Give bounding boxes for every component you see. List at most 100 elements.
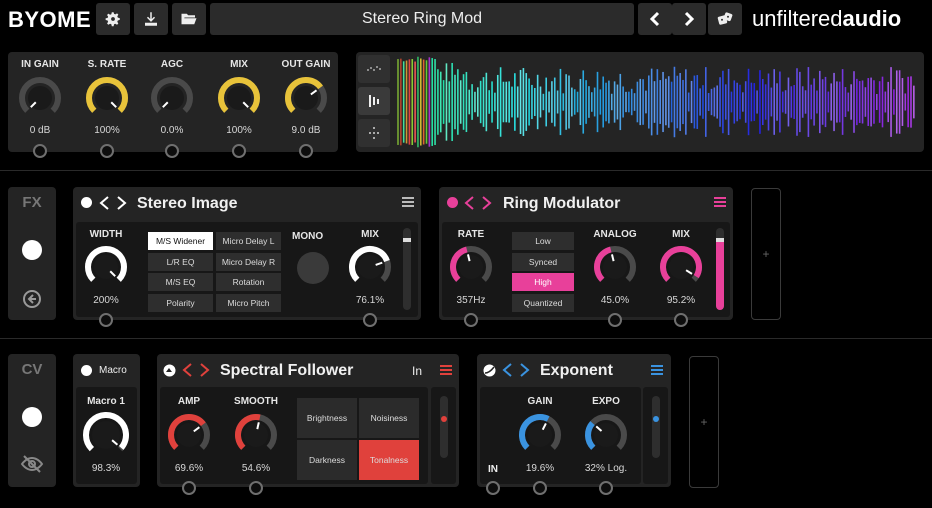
- io-agc-label: AGC: [160, 59, 184, 70]
- exponent-gain-knob[interactable]: [518, 413, 562, 457]
- ring-analog-value: 45.0%: [600, 295, 630, 306]
- spectral-input-slider[interactable]: [440, 396, 448, 458]
- folder-icon: [181, 13, 197, 25]
- exponent-expo-mod-port[interactable]: [599, 481, 613, 495]
- spectral-mode-option[interactable]: Darkness: [297, 440, 357, 480]
- spectral-mode-option[interactable]: Tonalness: [359, 440, 419, 480]
- stereo-mode-option[interactable]: Micro Delay L: [216, 232, 281, 250]
- ring-analog-knob[interactable]: [593, 245, 637, 289]
- slider-thumb: [441, 416, 447, 422]
- ring-mode-option[interactable]: Quantized: [512, 293, 574, 312]
- bars-icon: [369, 95, 379, 107]
- width-mod-port[interactable]: [99, 313, 113, 327]
- view-dots-button[interactable]: [358, 55, 390, 83]
- code-brackets-icon: [502, 363, 530, 377]
- width-knob[interactable]: [84, 245, 128, 289]
- view-scatter-button[interactable]: [358, 119, 390, 147]
- view-bars-button[interactable]: [358, 87, 390, 115]
- ring-analog-mod-port[interactable]: [608, 313, 622, 327]
- ring-mod-power-button[interactable]: [447, 197, 458, 208]
- waveform-display: [397, 56, 915, 148]
- stereo-image-title: Stereo Image: [137, 195, 238, 212]
- download-icon: [145, 12, 157, 26]
- exponent-in-port[interactable]: [486, 481, 500, 495]
- knob-value-arc: [585, 421, 596, 450]
- exponent-menu-icon[interactable]: [651, 365, 663, 375]
- io-s-rate-label: S. RATE: [87, 59, 127, 70]
- macro-title: Macro: [99, 365, 127, 376]
- ring-mod-output-meter[interactable]: [716, 228, 724, 310]
- company-logo: unfilteredaudio: [752, 6, 901, 32]
- meter-fill: [716, 240, 724, 310]
- io-s-rate-mod-port[interactable]: [100, 144, 114, 158]
- io-agc-mod-port[interactable]: [165, 144, 179, 158]
- stereo-image-output-meter[interactable]: [403, 228, 411, 310]
- io-in-gain-knob[interactable]: [18, 76, 62, 120]
- spectral-smooth-knob[interactable]: [234, 413, 278, 457]
- stereo-image-power-button[interactable]: [81, 197, 92, 208]
- macro-1-label: Macro 1: [87, 396, 125, 407]
- exponent-gain-mod-port[interactable]: [533, 481, 547, 495]
- fx-power-button[interactable]: [22, 240, 42, 260]
- next-preset-button[interactable]: [672, 3, 706, 35]
- settings-button[interactable]: [96, 3, 130, 35]
- io-agc-knob[interactable]: [150, 76, 194, 120]
- exponent-input-slider[interactable]: [652, 396, 660, 458]
- spectral-amp-knob[interactable]: [167, 413, 211, 457]
- spectral-mode-option[interactable]: Brightness: [297, 398, 357, 438]
- spectral-amp-mod-port[interactable]: [182, 481, 196, 495]
- fx-back-button[interactable]: [21, 288, 43, 310]
- stereo-mix-value: 76.1%: [355, 295, 385, 306]
- company-name: unfiltered: [752, 6, 843, 31]
- add-fx-slot[interactable]: +: [751, 188, 781, 320]
- stereo-mode-option[interactable]: M/S EQ: [148, 273, 213, 291]
- stereo-mix-mod-port[interactable]: [363, 313, 377, 327]
- stereo-mode-option[interactable]: Micro Delay R: [216, 252, 281, 271]
- ring-mode-option[interactable]: Low: [512, 232, 574, 250]
- cv-power-button[interactable]: [22, 407, 42, 427]
- io-out-gain-mod-port[interactable]: [299, 144, 313, 158]
- follower-type-icon: [163, 364, 176, 377]
- ring-mix-knob[interactable]: [659, 245, 703, 289]
- eye-hidden-icon: [20, 455, 44, 473]
- stereo-mix-knob[interactable]: [348, 245, 392, 289]
- ring-mix-mod-port[interactable]: [674, 313, 688, 327]
- mono-toggle[interactable]: [297, 252, 329, 284]
- spectral-smooth-mod-port[interactable]: [249, 481, 263, 495]
- ring-rate-mod-port[interactable]: [464, 313, 478, 327]
- open-preset-button[interactable]: [172, 3, 206, 35]
- chevron-right-icon: [684, 11, 695, 27]
- spectral-mode-option[interactable]: Noisiness: [359, 398, 419, 438]
- meter-handle: [716, 238, 724, 242]
- io-mix-knob[interactable]: [217, 76, 261, 120]
- io-s-rate-knob[interactable]: [85, 76, 129, 120]
- add-cv-slot[interactable]: +: [689, 356, 719, 488]
- ring-mod-menu-icon[interactable]: [714, 197, 726, 207]
- stereo-image-menu-icon[interactable]: [402, 197, 414, 207]
- previous-preset-button[interactable]: [638, 3, 672, 35]
- cv-visibility-button[interactable]: [20, 454, 44, 474]
- ring-rate-knob[interactable]: [449, 245, 493, 289]
- stereo-mode-option[interactable]: Polarity: [148, 293, 213, 312]
- io-mix-value: 100%: [226, 125, 252, 136]
- spectral-follower-menu-icon[interactable]: [440, 365, 452, 375]
- exponent-expo-knob[interactable]: [584, 413, 628, 457]
- ring-rate-label: RATE: [457, 229, 485, 240]
- io-in-gain-mod-port[interactable]: [33, 144, 47, 158]
- stereo-mode-option[interactable]: L/R EQ: [148, 252, 213, 271]
- io-mix-mod-port[interactable]: [232, 144, 246, 158]
- randomize-button[interactable]: [708, 3, 742, 35]
- macro-1-knob[interactable]: [82, 411, 130, 459]
- io-out-gain-knob[interactable]: [284, 76, 328, 120]
- spectral-amp-value: 69.6%: [174, 463, 204, 474]
- ring-mod-title: Ring Modulator: [503, 195, 621, 212]
- stereo-mode-option[interactable]: M/S Widener: [148, 232, 213, 250]
- ring-mode-option[interactable]: High: [512, 273, 574, 291]
- ring-mode-option[interactable]: Synced: [512, 252, 574, 271]
- save-preset-button[interactable]: [134, 3, 168, 35]
- stereo-mode-option[interactable]: Micro Pitch: [216, 293, 281, 312]
- io-mix-label: MIX: [230, 59, 248, 70]
- macro-power-button[interactable]: [81, 365, 92, 376]
- preset-name-display[interactable]: Stereo Ring Mod: [210, 3, 634, 35]
- stereo-mode-option[interactable]: Rotation: [216, 273, 281, 291]
